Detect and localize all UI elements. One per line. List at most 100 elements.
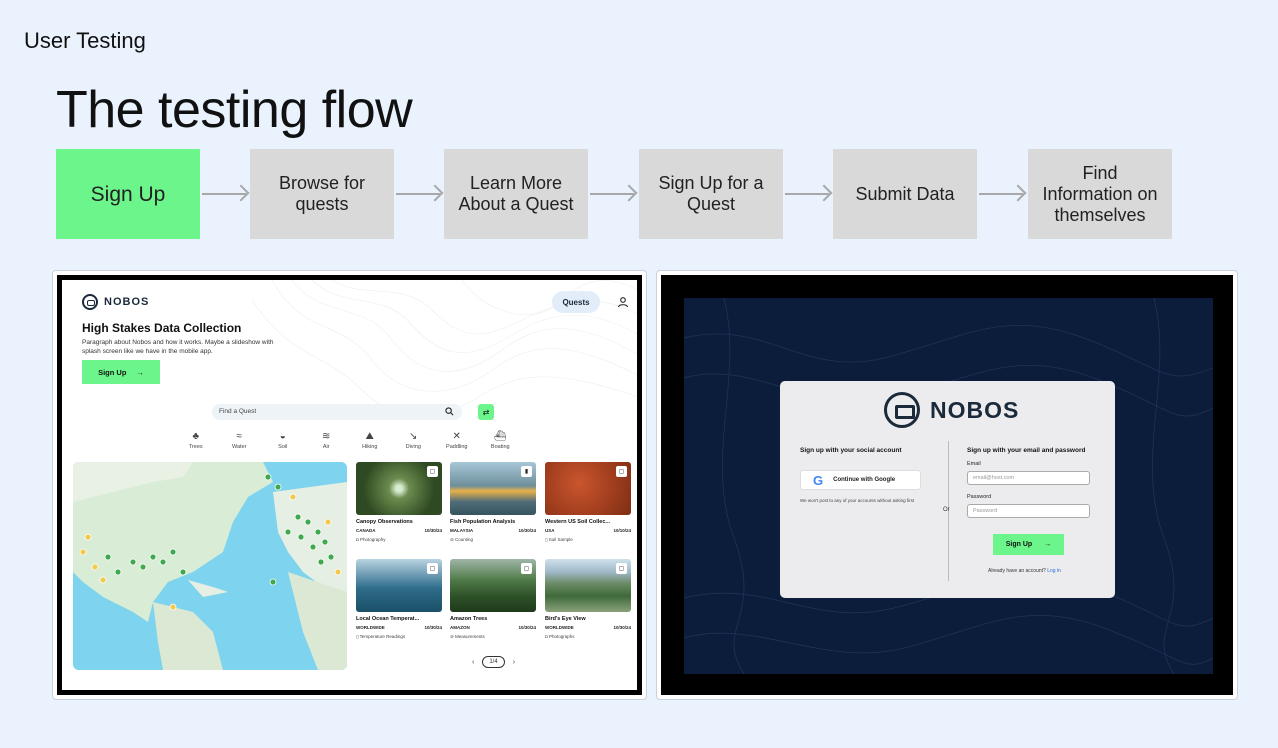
filter-icon: ⇄ — [482, 407, 490, 417]
category-label: Boating — [490, 444, 510, 450]
social-signup-title: Sign up with your social account — [800, 447, 902, 454]
hero-title: High Stakes Data Collection — [82, 321, 242, 335]
social-note: We won't post to any of your accounts wi… — [800, 498, 915, 503]
search-icon — [445, 407, 454, 416]
bookmark-icon[interactable]: ▢ — [521, 563, 532, 574]
quest-card[interactable]: ▢ Local Ocean Temperat... WORLDWIDE 10/30… — [356, 559, 442, 640]
category-label: Air — [322, 444, 330, 450]
quest-card-image: ▢ — [545, 559, 631, 612]
category-trees[interactable]: ♣ Trees — [174, 430, 218, 450]
hero-signup-button[interactable]: Sign Up → — [82, 360, 160, 384]
password-field[interactable]: Password — [967, 504, 1090, 518]
category-paddling[interactable]: ✕ Paddling — [435, 430, 479, 450]
paddling-icon: ✕ — [452, 431, 461, 442]
quest-card-region: WORLDWIDE — [545, 625, 574, 630]
quest-card-title: Canopy Observations — [356, 519, 413, 525]
signup-button[interactable]: Sign Up → — [993, 534, 1064, 555]
signup-label: Sign Up — [1005, 541, 1033, 548]
category-boating[interactable]: ⛴ Boating — [479, 430, 523, 450]
flow-arrow-icon — [396, 193, 440, 195]
nav-quests-button[interactable]: Quests — [552, 291, 600, 313]
page-indicator: 1/4 — [482, 656, 505, 668]
login-link[interactable]: Log in — [1047, 568, 1061, 574]
nobos-logo[interactable]: NOBOS — [82, 294, 149, 310]
quest-card[interactable]: ▢ Canopy Observations CANADA 10/30/24 ◘ P… — [356, 462, 442, 542]
bookmark-icon[interactable]: ▮ — [521, 466, 532, 477]
quest-card-date: 10/30/24 — [424, 528, 442, 533]
diving-icon: ↘ — [409, 431, 418, 442]
bookmark-icon[interactable]: ▢ — [616, 466, 627, 477]
or-label: Or — [943, 507, 950, 513]
quest-card[interactable]: ▢ Western US Soil Collec... USA 10/10/24 … — [545, 462, 631, 543]
search-input[interactable]: Find a Quest — [212, 404, 462, 420]
quest-card-region: WORLDWIDE — [356, 625, 385, 630]
quest-card-region: AMAZON — [450, 625, 470, 630]
category-diving[interactable]: ↘ Diving — [392, 430, 436, 450]
email-field[interactable]: email@host.com — [967, 471, 1090, 485]
category-water[interactable]: ≈ Water — [218, 430, 262, 450]
search-placeholder: Find a Quest — [219, 408, 257, 415]
signup-screen-frame: NOBOS Sign up with your social account G… — [656, 270, 1238, 700]
filter-button[interactable]: ⇄ — [478, 404, 494, 420]
quest-card-title: Fish Population Analysis — [450, 519, 516, 525]
quest-card[interactable]: ▮ Fish Population Analysis MALAYSIA 10/30… — [450, 462, 536, 543]
category-label: Water — [232, 444, 247, 450]
pagination: ‹ 1/4 › — [472, 656, 515, 668]
quest-card-date: 10/30/24 — [424, 625, 442, 630]
chevron-right-icon[interactable]: › — [513, 659, 515, 666]
soil-icon: ◒ — [279, 431, 286, 442]
quest-card[interactable]: ▢ Bird's Eye View WORLDWIDE 10/30/24 ◘ Ph… — [545, 559, 631, 639]
logo-text: NOBOS — [104, 296, 150, 308]
quest-card-image: ▢ — [356, 462, 442, 515]
nobos-logo: NOBOS — [884, 392, 1019, 428]
category-label: Soil — [278, 444, 288, 450]
flow-step-find-info: Find Information on themselves — [1028, 149, 1172, 239]
quest-card-region: MALAYSIA — [450, 528, 474, 533]
quest-card-region: CANADA — [356, 528, 376, 533]
logo-text: NOBOS — [930, 396, 1020, 423]
signup-screen: NOBOS Sign up with your social account G… — [684, 298, 1213, 674]
quest-card-title: Amazon Trees — [450, 616, 488, 622]
flow-arrow-icon — [979, 193, 1023, 195]
chevron-left-icon[interactable]: ‹ — [472, 659, 474, 666]
flow-arrow-icon — [785, 193, 829, 195]
quest-card-date: 10/30/24 — [518, 625, 536, 630]
quest-card-date: 10/10/24 — [613, 528, 631, 533]
slide-label: User Testing — [24, 28, 146, 53]
password-label: Password — [967, 494, 992, 500]
quest-card-image: ▢ — [356, 559, 442, 612]
category-soil[interactable]: ◒ Soil — [261, 430, 305, 450]
google-icon: G — [813, 472, 824, 488]
bookmark-icon[interactable]: ▢ — [427, 563, 438, 574]
quest-card-date: 10/30/24 — [613, 625, 631, 630]
quest-card-tag: Soil Sample — [548, 537, 573, 542]
flow-step-submit-data: Submit Data — [833, 149, 977, 239]
quest-card-tag: Counting — [455, 537, 474, 542]
category-air[interactable]: ≋ Air — [305, 430, 349, 450]
quest-card-tag: Temperature Readings — [359, 634, 406, 639]
flow-step-sign-up-quest: Sign Up for a Quest — [639, 149, 783, 239]
category-hiking[interactable]: ⛰ Hiking — [348, 430, 392, 450]
category-label: Hiking — [362, 444, 378, 450]
quest-card-title: Local Ocean Temperat... — [356, 616, 420, 622]
bookmark-icon[interactable]: ▢ — [427, 466, 438, 477]
signup-label: Sign Up — [98, 367, 127, 377]
quest-card-date: 10/30/24 — [518, 528, 536, 533]
flow-arrow-icon — [202, 193, 246, 195]
quest-card-image: ▢ — [450, 559, 536, 612]
flow-step-learn-more: Learn More About a Quest — [444, 149, 588, 239]
testing-flow: Sign Up Browse for quests Learn More Abo… — [56, 149, 1176, 239]
quest-map[interactable] — [73, 462, 347, 670]
boating-icon: ⛴ — [493, 431, 507, 442]
quest-card-image: ▮ — [450, 462, 536, 515]
google-button-label: Continue with Google — [833, 477, 896, 483]
email-signup-title: Sign up with your email and password — [967, 447, 1086, 454]
quest-card-title: Western US Soil Collec... — [545, 519, 610, 525]
home-screen-frame: NOBOS Quests High Stakes Data Collection… — [52, 270, 647, 700]
continue-with-google-button[interactable]: G Continue with Google — [800, 470, 921, 490]
category-label: Paddling — [446, 444, 468, 450]
bookmark-icon[interactable]: ▢ — [616, 563, 627, 574]
quest-card[interactable]: ▢ Amazon Trees AMAZON 10/30/24 ⊘ Measurem… — [450, 559, 536, 640]
tree-icon: ♣ — [192, 431, 200, 442]
user-icon[interactable] — [617, 296, 629, 308]
